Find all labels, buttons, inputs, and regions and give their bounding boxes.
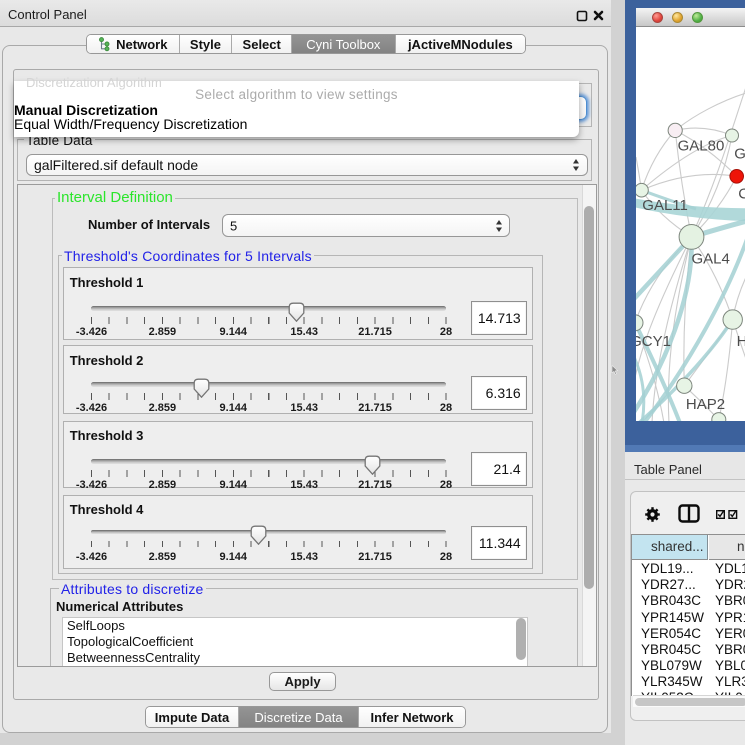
svg-text:HAP2: HAP2 [686, 396, 725, 413]
svg-text:GAL80: GAL80 [677, 138, 724, 155]
svg-text:HAP1: HAP1 [736, 333, 745, 350]
svg-text:GAL80: GAL80 [734, 146, 745, 163]
svg-text:GAL11: GAL11 [642, 197, 688, 214]
svg-text:CYC8: CYC8 [738, 186, 745, 203]
svg-text:GCY1: GCY1 [636, 333, 671, 350]
svg-text:GAL4: GAL4 [691, 251, 729, 268]
